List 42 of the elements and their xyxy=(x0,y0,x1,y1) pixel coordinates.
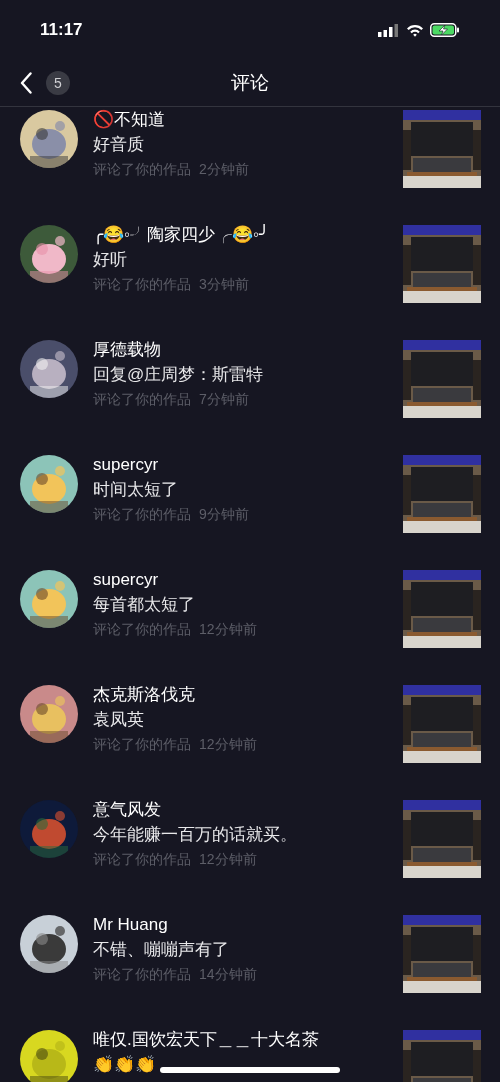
time-label: 12分钟前 xyxy=(199,735,257,754)
unread-count: 5 xyxy=(46,71,70,95)
activity-label: 评论了你的作品 xyxy=(93,965,191,984)
comment-text: 时间太短了 xyxy=(93,479,178,501)
time-label: 12分钟前 xyxy=(199,620,257,639)
user-name[interactable]: supercyr xyxy=(93,453,159,477)
activity-label: 评论了你的作品 xyxy=(93,850,191,869)
back-button[interactable] xyxy=(20,71,34,95)
activity-label: 评论了你的作品 xyxy=(93,275,191,294)
wifi-icon xyxy=(406,23,424,37)
time-label: 12分钟前 xyxy=(199,850,257,869)
user-name[interactable]: 意气风发 xyxy=(93,798,161,822)
user-name[interactable]: 杰克斯洛伐克 xyxy=(93,683,195,707)
clock: 11:17 xyxy=(40,19,83,42)
activity-label: 评论了你的作品 xyxy=(93,735,191,754)
time-label: 2分钟前 xyxy=(199,160,249,179)
time-label: 3分钟前 xyxy=(199,275,249,294)
user-name[interactable]: 唯仅.国饮宏天下＿＿十大名茶 xyxy=(93,1028,319,1052)
battery-icon xyxy=(430,23,460,37)
activity-label: 评论了你的作品 xyxy=(93,160,191,179)
comment-text: 好音质 xyxy=(93,134,144,156)
comment-text: 回复@庄周梦：斯雷特 xyxy=(93,364,264,386)
user-name[interactable]: supercyr xyxy=(93,568,159,592)
back-icon xyxy=(20,72,32,94)
user-name[interactable]: 厚德载物 xyxy=(93,338,161,362)
comment-text: 不错、嘣嘣声有了 xyxy=(93,939,229,961)
user-name[interactable]: 🚫不知道 xyxy=(93,108,165,132)
activity-label: 评论了你的作品 xyxy=(93,620,191,639)
page-title: 评论 xyxy=(231,70,269,95)
activity-label: 评论了你的作品 xyxy=(93,390,191,409)
activity-label: 评论了你的作品 xyxy=(93,505,191,524)
user-name[interactable]: Mr Huang xyxy=(93,913,168,937)
time-label: 9分钟前 xyxy=(199,505,249,524)
time-label: 7分钟前 xyxy=(199,390,249,409)
comment-text: 好听 xyxy=(93,249,127,271)
comment-text: 今年能赚一百万的话就买。 xyxy=(93,824,297,846)
user-name[interactable]: ╭😂◦╯陶家四少╭😂◦╯ xyxy=(93,223,270,247)
time-label: 14分钟前 xyxy=(199,965,257,984)
comment-text: 👏👏👏 xyxy=(93,1054,156,1076)
comment-text: 袁凤英 xyxy=(93,709,144,731)
comment-text: 每首都太短了 xyxy=(93,594,195,616)
signal-icon xyxy=(378,23,398,37)
